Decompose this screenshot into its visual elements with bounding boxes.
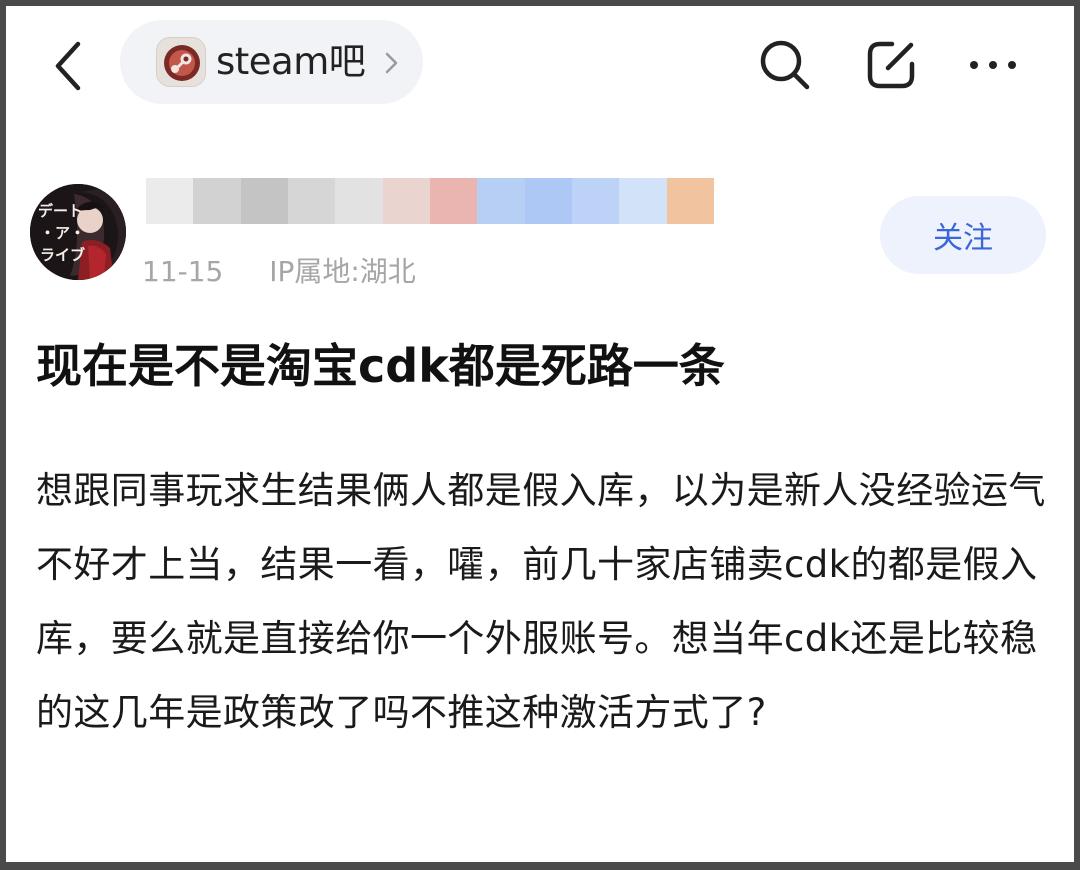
chevron-right-icon [385,52,398,74]
blur-block [193,178,241,224]
blur-block [524,178,572,224]
blur-block [477,178,525,224]
blur-block [666,178,714,224]
post-date: 11-15 [142,255,224,288]
post-page: steam吧 デート ・ア・ ライブ 11-15 IP属地:湖北 关注 现在是不… [6,6,1074,862]
edit-icon [867,41,915,89]
blur-block [382,178,430,224]
search-button[interactable] [756,36,814,94]
author-avatar[interactable]: デート ・ア・ ライブ [30,184,126,280]
ip-location: IP属地:湖北 [269,255,416,288]
forum-name: steam吧 [216,40,366,83]
back-button[interactable] [46,36,96,96]
avatar-image: デート ・ア・ ライブ [30,184,126,280]
svg-text:デート: デート [38,202,83,220]
search-icon [760,40,810,90]
edit-button[interactable] [862,36,920,94]
blur-block [335,178,383,224]
blur-block [619,178,667,224]
follow-button[interactable]: 关注 [880,196,1046,274]
blur-block [571,178,620,224]
post-title: 现在是不是淘宝cdk都是死路一条 [36,339,725,393]
forum-link[interactable]: steam吧 [120,20,423,104]
post-body: 想跟同事玩求生结果俩人都是假入库，以为是新人没经验运气不好才上当，结果一看，嚯，… [36,469,1046,734]
more-icon [970,61,1016,69]
blur-block [287,178,336,224]
svg-text:ライブ: ライブ [40,246,85,264]
forum-avatar [156,37,206,87]
steam-logo-icon [157,38,205,86]
author-name-blurred[interactable] [146,178,714,224]
post-meta: 11-15 IP属地:湖北 [142,250,416,290]
chevron-left-icon [55,41,81,91]
blur-block [429,178,478,224]
more-button[interactable] [964,36,1022,94]
blur-block [146,178,194,224]
svg-text:・ア・: ・ア・ [40,224,85,242]
blur-block [240,178,288,224]
